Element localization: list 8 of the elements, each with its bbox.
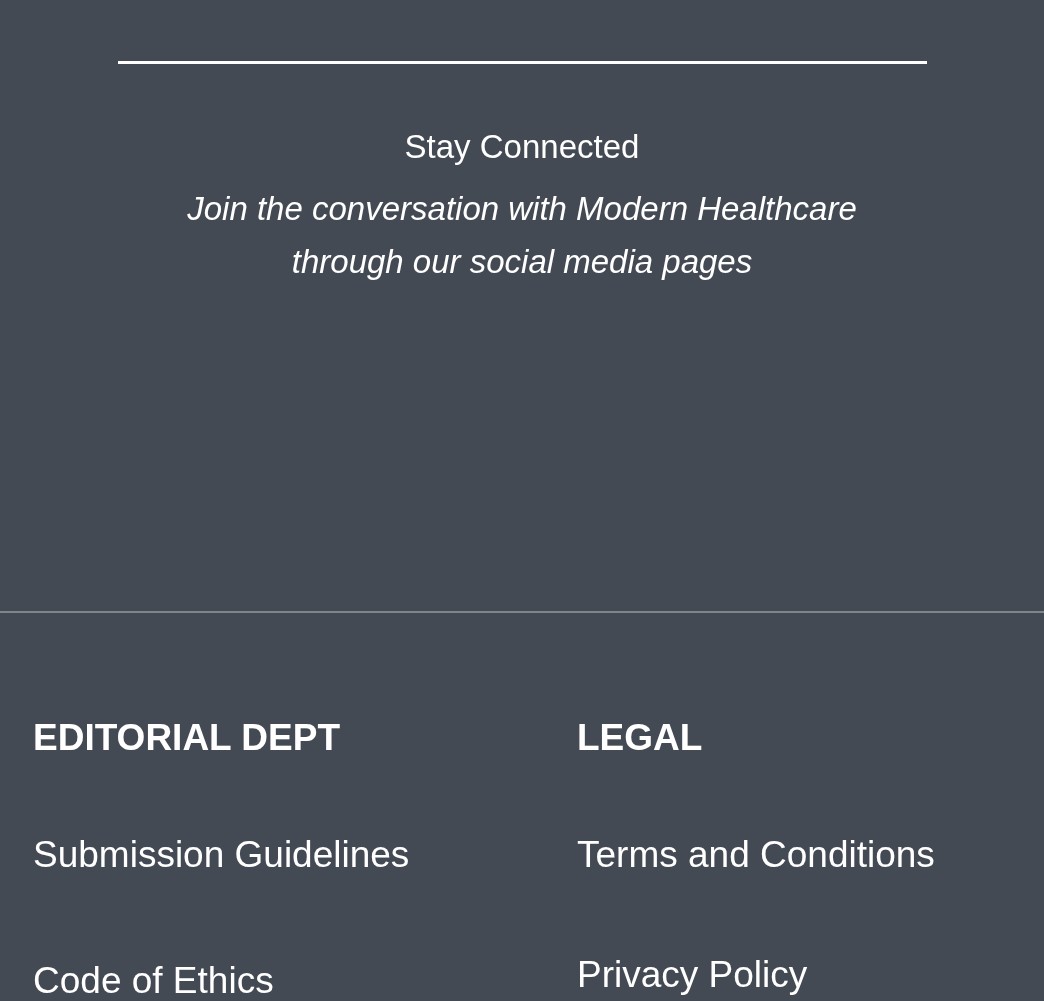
- footer-link[interactable]: Code of Ethics: [33, 959, 274, 1001]
- footer-link[interactable]: Privacy Policy: [577, 953, 808, 997]
- footer-link[interactable]: Terms and Conditions: [577, 833, 935, 877]
- column-heading: LEGAL: [577, 716, 703, 760]
- section-subtitle: Join the conversation with Modern Healthcare through our social media pages: [186, 189, 858, 282]
- footer-link[interactable]: Submission Guidelines: [33, 833, 410, 877]
- column-heading: EDITORIAL DEPT: [33, 716, 340, 760]
- section-title: Stay Connected: [404, 127, 640, 167]
